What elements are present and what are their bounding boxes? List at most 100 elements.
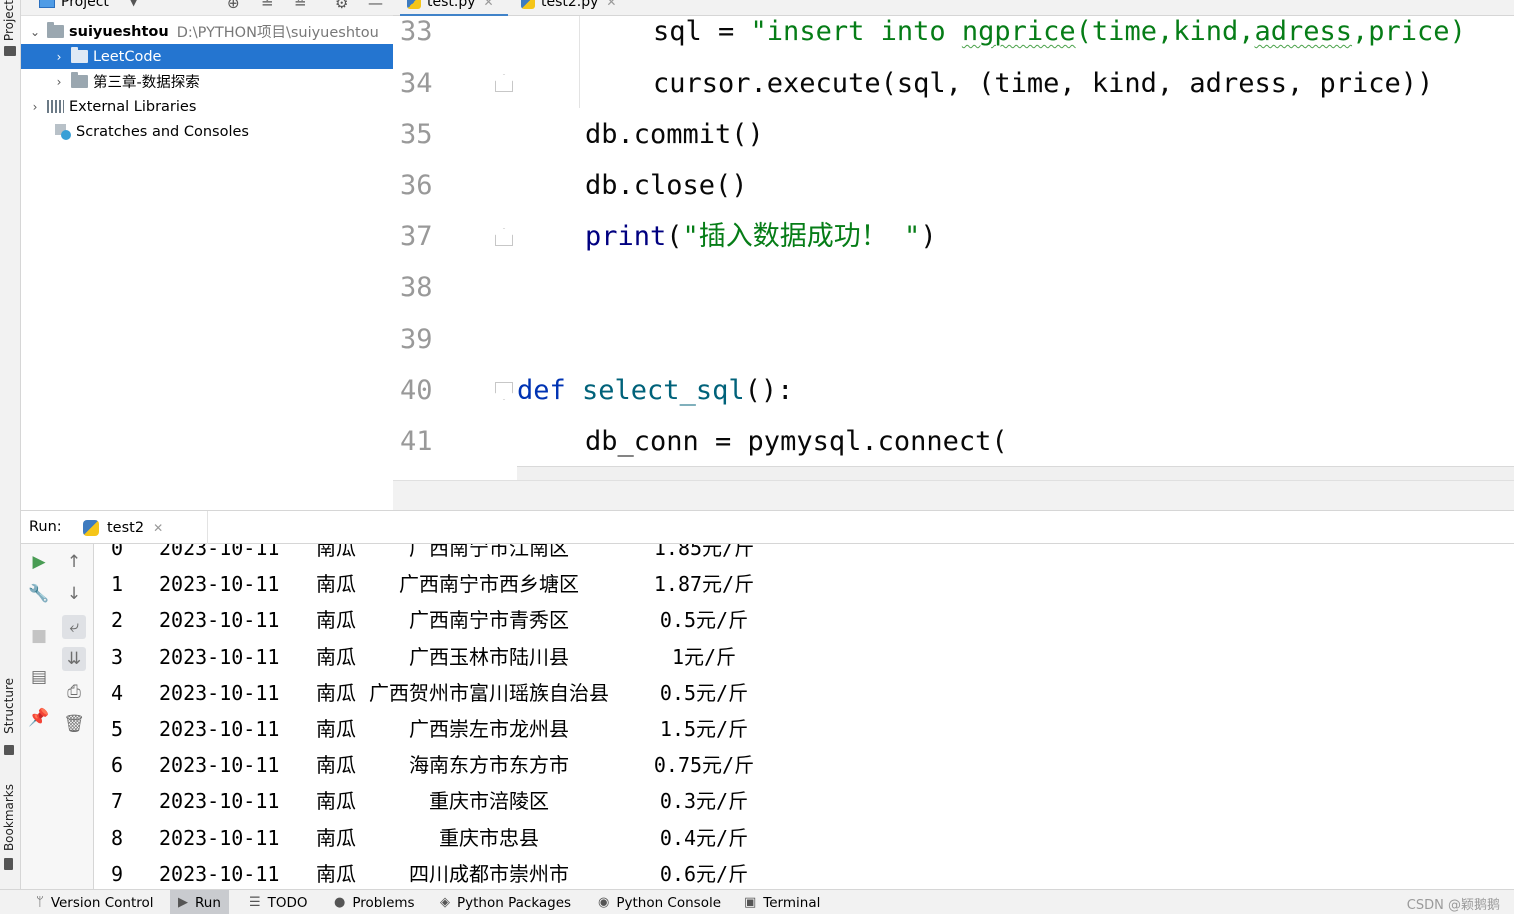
line-number: 37 xyxy=(400,221,433,252)
problems-icon: ● xyxy=(334,895,346,910)
editor-tab-strip: test.py ✕ test2.py ✕ xyxy=(393,0,1514,16)
project-panel-title[interactable]: Project xyxy=(61,0,109,10)
close-icon[interactable]: ✕ xyxy=(484,0,494,9)
layout-icon[interactable]: ▤ xyxy=(27,665,51,689)
row-date: 2023-10-11 xyxy=(159,608,280,633)
tab-test2-py[interactable]: test2.py ✕ xyxy=(521,0,616,10)
code-line-35: db.commit() xyxy=(585,119,764,150)
chevron-right-icon[interactable]: › xyxy=(29,100,41,114)
code-line-36: db.close() xyxy=(585,170,748,201)
row-date: 2023-10-11 xyxy=(159,861,280,886)
scroll-to-end-icon[interactable]: ⇊ xyxy=(62,647,86,671)
close-icon[interactable]: ✕ xyxy=(606,0,616,9)
expand-all-icon[interactable]: ≚ xyxy=(261,0,274,12)
tree-item-label: suiyueshtou xyxy=(69,23,169,40)
row-price: 0.75元/斤 xyxy=(653,753,755,778)
python-file-icon xyxy=(521,0,535,9)
tree-item-label: External Libraries xyxy=(69,98,197,115)
trash-icon[interactable]: 🗑 xyxy=(62,712,86,736)
row-address: 广西贺州市富川瑶族自治县 xyxy=(369,680,609,705)
line-number: 40 xyxy=(400,375,433,406)
branch-icon: ᛘ xyxy=(36,895,44,910)
row-kind: 南瓜 xyxy=(316,789,356,814)
row-kind: 南瓜 xyxy=(316,572,356,597)
row-index: 4 xyxy=(111,680,124,705)
row-address: 广西南宁市青秀区 xyxy=(409,608,569,633)
tree-item-label: Scratches and Consoles xyxy=(76,123,249,140)
structure-tool-window-label[interactable]: Structure xyxy=(2,678,16,734)
console-output[interactable]: 0 2023-10-11 南瓜 广西南宁市江南区 1.85元/斤 1 2023-10-11 南… xyxy=(94,544,1514,889)
version-control-button[interactable]: ᛘ Version Control xyxy=(28,890,162,914)
row-kind: 南瓜 xyxy=(316,717,356,741)
tree-item-leetcode[interactable]: › LeetCode xyxy=(21,44,393,69)
python-packages-button[interactable]: ◈ Python Packages xyxy=(432,890,579,914)
rerun-icon[interactable]: ▶ xyxy=(27,550,51,574)
stop-icon[interactable]: ■ xyxy=(27,624,51,648)
code-editor[interactable]: 33 34 35 36 37 38 39 40 41 sql = "insert… xyxy=(393,16,1514,480)
left-tool-stripe: Project Structure Bookmarks xyxy=(0,0,21,889)
minimize-icon[interactable]: — xyxy=(368,0,383,12)
arrow-up-icon[interactable]: ↑ xyxy=(62,550,86,574)
print-icon[interactable]: ⎙ xyxy=(62,680,86,704)
problems-button[interactable]: ● Problems xyxy=(326,890,423,914)
tab-label: test2.py xyxy=(541,0,599,10)
run-tab-test2[interactable]: test2 ✕ xyxy=(83,513,208,543)
row-address: 海南东方市东方市 xyxy=(409,753,569,778)
row-kind: 南瓜 xyxy=(316,680,356,705)
row-price: 1.85元/斤 xyxy=(653,544,755,560)
code-line-34: cursor.execute(sql, (time, kind, adress,… xyxy=(653,68,1434,99)
line-number: 39 xyxy=(400,324,433,355)
folder-icon xyxy=(47,22,64,38)
row-kind: 南瓜 xyxy=(316,608,356,633)
row-date: 2023-10-11 xyxy=(159,572,280,597)
locate-icon[interactable]: ⊕ xyxy=(227,0,240,12)
row-price: 1元/斤 xyxy=(671,644,737,669)
row-price: 1.87元/斤 xyxy=(653,572,755,597)
row-index: 6 xyxy=(111,753,124,778)
code-line-37: print("插入数据成功！ ") xyxy=(585,221,937,252)
run-icon: ▶ xyxy=(178,895,188,910)
folder-icon xyxy=(4,46,16,56)
row-address: 重庆市涪陵区 xyxy=(429,789,549,814)
pin-icon[interactable]: 📌 xyxy=(27,706,51,730)
todo-button[interactable]: ☰ TODO xyxy=(241,890,316,914)
chevron-down-icon[interactable]: ▼ xyxy=(129,0,138,8)
line-number: 41 xyxy=(400,426,433,457)
bookmarks-tool-window-label[interactable]: Bookmarks xyxy=(2,784,16,851)
soft-wrap-icon[interactable]: ⤶ xyxy=(62,615,86,639)
terminal-button[interactable]: ▣ Terminal xyxy=(736,890,828,914)
wrench-icon[interactable]: 🔧 xyxy=(27,582,51,606)
row-date: 2023-10-11 xyxy=(159,644,280,669)
row-price: 1.5元/斤 xyxy=(659,717,749,741)
tree-item-external-libraries[interactable]: › External Libraries xyxy=(21,94,393,119)
tab-test-py[interactable]: test.py ✕ xyxy=(407,0,494,10)
tree-item-scratches[interactable]: Scratches and Consoles xyxy=(21,119,393,144)
horizontal-scrollbar[interactable] xyxy=(517,466,1514,480)
tree-item-chapter3[interactable]: › 第三章-数据探索 xyxy=(21,69,393,94)
project-tool-window-label[interactable]: Project xyxy=(2,0,16,41)
code-line-40: def select_sql(): xyxy=(517,375,794,406)
row-index: 5 xyxy=(111,717,124,741)
chevron-right-icon[interactable]: › xyxy=(53,50,65,64)
close-icon[interactable]: ✕ xyxy=(153,521,163,535)
chevron-down-icon[interactable]: ⌄ xyxy=(29,25,41,39)
python-console-button[interactable]: ◉ Python Console xyxy=(590,890,729,914)
code-line-41: db_conn = pymysql.connect( xyxy=(585,426,1008,457)
row-kind: 南瓜 xyxy=(316,861,356,886)
row-price: 0.3元/斤 xyxy=(659,789,749,814)
tree-item-label: 第三章-数据探索 xyxy=(93,75,200,91)
tree-item-root[interactable]: ⌄ suiyueshtou D:\PYTHON项目\suiyueshtou xyxy=(21,19,393,44)
packages-icon: ◈ xyxy=(440,895,450,910)
chevron-right-icon[interactable]: › xyxy=(53,75,65,89)
row-address: 广西南宁市西乡塘区 xyxy=(399,572,579,597)
indent-guide xyxy=(579,16,580,108)
run-button[interactable]: ▶ Run xyxy=(170,890,229,914)
arrow-down-icon[interactable]: ↓ xyxy=(62,582,86,606)
tree-item-label: LeetCode xyxy=(93,48,162,65)
gear-icon[interactable]: ⚙ xyxy=(335,0,348,12)
row-index: 9 xyxy=(111,861,124,886)
row-index: 8 xyxy=(111,825,124,850)
collapse-all-icon[interactable]: ≙ xyxy=(294,0,307,12)
row-index: 7 xyxy=(111,789,124,814)
row-price: 0.5元/斤 xyxy=(659,608,749,633)
